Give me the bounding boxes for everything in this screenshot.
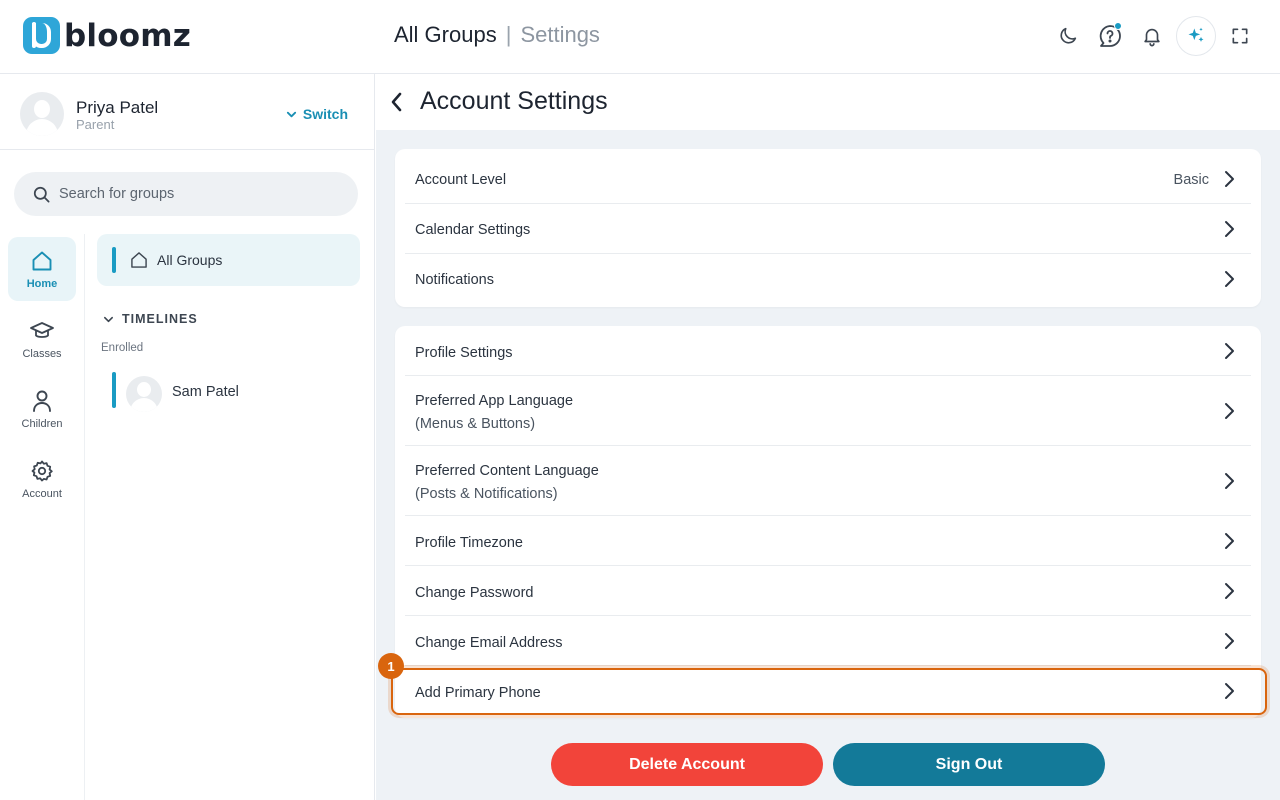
row-app-language[interactable]: Preferred App Language (Menus & Buttons) <box>405 376 1251 446</box>
row-label: Profile Timezone <box>415 535 523 551</box>
rail-label-classes: Classes <box>22 347 62 360</box>
enrolled-label: Enrolled <box>101 342 144 354</box>
chevron-right-icon <box>1225 533 1234 549</box>
breadcrumb-separator: | <box>505 22 512 47</box>
row-label: Preferred App Language <box>415 393 574 409</box>
chevron-down-icon <box>286 111 296 117</box>
home-icon <box>131 252 147 268</box>
child-name: Sam Patel <box>172 384 239 400</box>
chevron-right-icon <box>1225 343 1234 359</box>
delete-account-button[interactable]: Delete Account <box>551 743 823 786</box>
search-icon <box>33 186 50 202</box>
row-label: Calendar Settings <box>415 222 531 238</box>
rail-item-account[interactable]: Account <box>8 447 76 511</box>
highlight-box <box>391 668 1267 715</box>
ai-sparkle-icon[interactable] <box>1176 16 1216 56</box>
bloomz-logo[interactable]: bloomz <box>23 17 191 54</box>
timelines-header[interactable]: TIMELINES <box>103 312 198 326</box>
chevron-right-icon <box>1225 171 1234 187</box>
sign-out-button[interactable]: Sign Out <box>833 743 1105 786</box>
notification-dot <box>1114 22 1122 30</box>
child-item-sam-patel[interactable]: Sam Patel <box>97 372 360 416</box>
back-button[interactable] <box>388 90 406 119</box>
rail-label-account: Account <box>22 487 62 500</box>
rail-label-home: Home <box>26 277 58 290</box>
home-icon <box>32 251 52 270</box>
gear-icon <box>31 460 53 481</box>
settings-card-profile: Profile Settings Preferred App Language … <box>395 326 1261 718</box>
chevron-down-icon <box>104 316 113 322</box>
logo-mark-icon <box>23 17 60 54</box>
row-change-email[interactable]: Change Email Address <box>405 616 1251 666</box>
row-account-level[interactable]: Account Level Basic <box>405 154 1251 204</box>
row-label: Change Password <box>415 585 534 601</box>
chevron-left-icon <box>391 92 402 112</box>
chevron-right-icon <box>1225 473 1234 489</box>
row-sublabel: (Posts & Notifications) <box>415 486 558 502</box>
left-sidebar: Priya Patel Parent Switch Search for gro… <box>0 74 375 800</box>
settings-card-account: Account Level Basic Calendar Settings No… <box>395 149 1261 307</box>
switch-button[interactable]: Switch <box>286 106 348 122</box>
chevron-right-icon <box>1225 271 1234 287</box>
breadcrumb: All Groups | Settings <box>394 22 600 48</box>
rail-item-home[interactable]: Home <box>8 237 76 301</box>
profile-header: Priya Patel Parent Switch <box>0 74 374 150</box>
breadcrumb-all-groups[interactable]: All Groups <box>394 22 497 48</box>
child-indicator <box>112 372 116 408</box>
row-profile-settings[interactable]: Profile Settings <box>405 326 1251 376</box>
header-actions <box>1050 16 1258 56</box>
timelines-label: TIMELINES <box>122 312 198 326</box>
bell-icon[interactable] <box>1134 16 1170 56</box>
row-content-language[interactable]: Preferred Content Language (Posts & Noti… <box>405 446 1251 516</box>
row-label: Preferred Content Language <box>415 463 599 479</box>
rail-item-classes[interactable]: Classes <box>8 307 76 371</box>
row-label: Notifications <box>415 272 494 288</box>
chevron-right-icon <box>1225 403 1234 419</box>
page-title-bar: Account Settings <box>376 74 1280 130</box>
fullscreen-icon[interactable] <box>1222 16 1258 56</box>
profile-name: Priya Patel <box>76 98 159 117</box>
chevron-right-icon <box>1225 633 1234 649</box>
search-input[interactable]: Search for groups <box>14 172 358 216</box>
switch-label: Switch <box>302 106 348 122</box>
all-groups-item[interactable]: All Groups <box>97 234 360 286</box>
step-marker: 1 <box>378 653 404 679</box>
row-sublabel: (Menus & Buttons) <box>415 416 536 432</box>
avatar[interactable] <box>20 92 64 136</box>
app-header: bloomz All Groups | Settings <box>0 0 1280 74</box>
row-profile-timezone[interactable]: Profile Timezone <box>405 516 1251 566</box>
moon-icon[interactable] <box>1050 16 1086 56</box>
breadcrumb-settings: Settings <box>520 22 600 47</box>
person-icon <box>33 390 51 412</box>
row-label: Change Email Address <box>415 635 563 651</box>
row-label: Account Level <box>415 172 507 188</box>
all-groups-label: All Groups <box>157 252 223 268</box>
help-chat-icon[interactable] <box>1092 16 1128 56</box>
avatar <box>126 376 162 412</box>
account-level-value: Basic <box>1173 172 1209 188</box>
search-placeholder: Search for groups <box>59 186 175 202</box>
row-notifications[interactable]: Notifications <box>405 254 1251 304</box>
chevron-right-icon <box>1225 221 1234 237</box>
profile-role: Parent <box>76 117 115 132</box>
rail-item-children[interactable]: Children <box>8 377 76 441</box>
active-indicator <box>112 247 116 273</box>
logo-text: bloomz <box>64 17 191 54</box>
row-calendar-settings[interactable]: Calendar Settings <box>405 204 1251 254</box>
chevron-right-icon <box>1225 583 1234 599</box>
nav-rail: Home Classes Children Account <box>0 234 85 800</box>
page-title: Account Settings <box>420 87 608 115</box>
row-label: Profile Settings <box>415 345 513 361</box>
graduation-cap-icon <box>30 321 54 338</box>
rail-label-children: Children <box>21 417 63 430</box>
row-change-password[interactable]: Change Password <box>405 566 1251 616</box>
